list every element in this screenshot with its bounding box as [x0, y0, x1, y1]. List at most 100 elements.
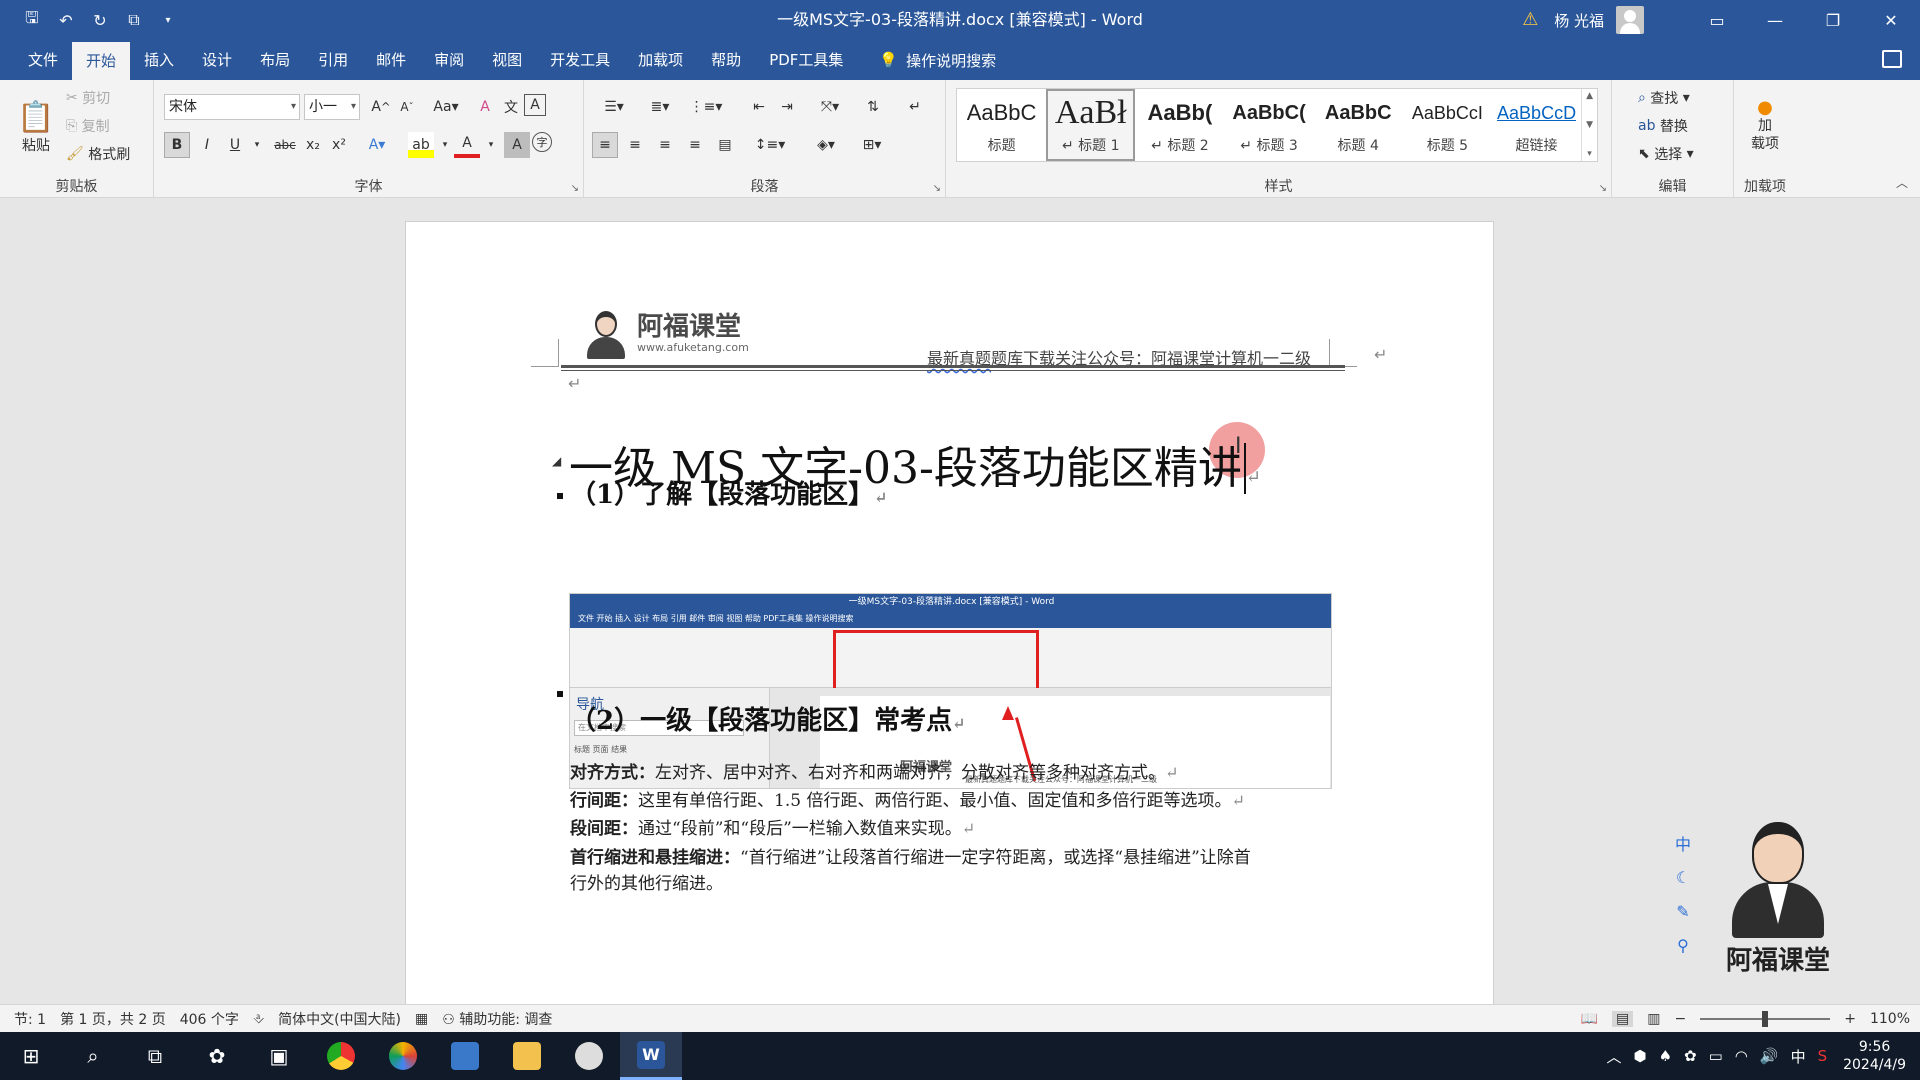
comments-icon[interactable] [1882, 50, 1902, 68]
clock[interactable]: 9:56 2024/4/9 [1843, 1038, 1906, 1074]
tell-me-search[interactable]: 💡 操作说明搜索 [857, 40, 996, 80]
text-effects-button[interactable]: A ▾ [364, 132, 390, 158]
character-shading-button[interactable]: A [504, 132, 530, 158]
zoom-in-button[interactable]: + [1844, 1011, 1856, 1027]
ime-chinese-icon[interactable]: 中 [1672, 832, 1694, 854]
underline-dropdown[interactable]: ▾ [244, 132, 270, 158]
tray-app-icon[interactable]: ♠ [1659, 1047, 1672, 1065]
tab-design[interactable]: 设计 [188, 40, 246, 80]
tab-addins[interactable]: 加载项 [624, 40, 697, 80]
shrink-font-button[interactable]: Aˇ [394, 94, 420, 120]
font-dialog-launcher-icon[interactable]: ↘ [571, 183, 579, 194]
collapse-heading-icon[interactable]: ◢ [552, 454, 561, 468]
zoom-slider-thumb[interactable] [1762, 1011, 1769, 1027]
chevron-up-icon[interactable]: ︿ [1606, 1046, 1621, 1067]
file-explorer-icon[interactable] [496, 1032, 558, 1080]
italic-button[interactable]: I [194, 132, 220, 158]
style-heading-2[interactable]: AaBb(↵ 标题 2 [1135, 89, 1224, 161]
paragraph-dialog-launcher-icon[interactable]: ↘ [933, 183, 941, 194]
web-layout-icon[interactable]: ▥ [1647, 1011, 1660, 1027]
borders-button[interactable]: ⊞ ▾ [854, 132, 890, 158]
style-heading-1[interactable]: AaBł ↵ 标题 1 [1046, 89, 1136, 161]
chinese-layout-button[interactable]: ⤧ ▾ [812, 94, 848, 120]
body-line-paragraph-spacing[interactable]: 段间距：通过“段前”和“段后”一栏输入数值来实现。↵ [570, 814, 975, 839]
show-marks-button[interactable]: ↵ [902, 94, 928, 120]
tab-layout[interactable]: 布局 [246, 40, 304, 80]
zoom-slider[interactable] [1700, 1011, 1831, 1027]
app-screenshot-icon[interactable]: ▣ [248, 1032, 310, 1080]
styles-dialog-launcher-icon[interactable]: ↘ [1599, 183, 1607, 194]
find-button[interactable]: ⌕ 查找 ▾ [1638, 86, 1690, 110]
align-left-button[interactable]: ≡ [592, 132, 618, 158]
sort-button[interactable]: ⇅ [860, 94, 886, 120]
chrome-icon[interactable] [310, 1032, 372, 1080]
expand-gallery-icon[interactable]: ▾ [1587, 149, 1592, 159]
zoom-out-button[interactable]: − [1675, 1011, 1687, 1027]
line-spacing-button[interactable]: ↕≡ ▾ [752, 132, 788, 158]
replace-button[interactable]: ab 替换 [1638, 114, 1688, 138]
collapse-ribbon-icon[interactable]: ︿ [1896, 174, 1908, 191]
proofing-icon[interactable]: ⎀ [253, 1011, 264, 1027]
status-word-count[interactable]: 406 个字 [180, 1009, 239, 1029]
ime-indicator[interactable]: 中 [1791, 1046, 1806, 1067]
style-heading-4[interactable]: AaBbC 标题 4 [1314, 89, 1403, 161]
tab-mailings[interactable]: 邮件 [362, 40, 420, 80]
close-button[interactable]: ✕ [1862, 0, 1920, 40]
tab-pdf-tools[interactable]: PDF工具集 [755, 40, 857, 80]
increase-indent-button[interactable]: ⇥ [774, 94, 800, 120]
superscript-button[interactable]: x² [326, 132, 352, 158]
decrease-indent-button[interactable]: ⇤ [746, 94, 772, 120]
strikethrough-button[interactable]: abc [272, 132, 298, 158]
chevron-up-icon[interactable]: ▲ [1586, 91, 1593, 101]
style-hyperlink[interactable]: AaBbCcD 超链接 [1492, 89, 1581, 161]
multilevel-list-button[interactable]: ⋮≡ ▾ [688, 94, 724, 120]
styles-scroll[interactable]: ▲ ▼ ▾ [1581, 89, 1597, 161]
restore-button[interactable]: ❐ [1804, 0, 1862, 40]
warning-icon[interactable]: ⚠ [1522, 11, 1542, 29]
copy-button[interactable]: ⎘ 复制 [66, 114, 110, 138]
avatar-app-icon[interactable] [558, 1032, 620, 1080]
addins-button[interactable]: ● 加 载项 [1742, 86, 1788, 166]
color-app-icon[interactable] [372, 1032, 434, 1080]
save-icon[interactable]: 🖫 [22, 8, 42, 30]
change-case-button[interactable]: Aa ▾ [428, 94, 464, 120]
numbering-button[interactable]: ≣ ▾ [642, 94, 678, 120]
windows-start-icon[interactable]: ⊞ [0, 1032, 62, 1080]
tab-developer[interactable]: 开发工具 [536, 40, 624, 80]
font-color-button[interactable]: A [454, 132, 480, 158]
font-family-select[interactable]: 宋体 ▾ [164, 94, 300, 120]
moon-icon[interactable]: ☾ [1672, 866, 1694, 888]
body-line-indent[interactable]: 首行缩进和悬挂缩进：“首行缩进”让段落首行缩进一定字符距离，或选择“悬挂缩进”让… [570, 843, 1251, 868]
distributed-button[interactable]: ▤ [712, 132, 738, 158]
tab-review[interactable]: 审阅 [420, 40, 478, 80]
highlight-button[interactable]: ab [408, 132, 434, 158]
font-color-dropdown[interactable]: ▾ [478, 132, 504, 158]
wifi-icon[interactable]: ◠ [1735, 1047, 1748, 1065]
tab-references[interactable]: 引用 [304, 40, 362, 80]
battery-icon[interactable]: ▭ [1709, 1047, 1723, 1065]
undo-icon[interactable]: ↶ [56, 10, 76, 30]
body-line-indent-continued[interactable]: 行外的其他行缩进。 [570, 869, 723, 894]
print-layout-icon[interactable]: ▤ [1612, 1011, 1634, 1027]
status-language[interactable]: 简体中文(中国大陆) [278, 1009, 401, 1029]
wrench-icon[interactable]: ✎ [1672, 900, 1694, 922]
tab-home[interactable]: 开始 [72, 42, 131, 80]
body-line-line-spacing[interactable]: 行间距：这里有单倍行距、1.5 倍行距、两倍行距、最小值、固定值和多倍行距等选项… [570, 786, 1245, 811]
phonetic-guide-button[interactable]: 文 [498, 94, 524, 120]
ribbon-display-options-button[interactable]: ▭ [1688, 0, 1746, 40]
status-page[interactable]: 第 1 页，共 2 页 [60, 1009, 166, 1029]
zoom-level[interactable]: 110% [1870, 1011, 1910, 1027]
heading-2-first[interactable]: （1）了解【段落功能区】↵ [570, 474, 888, 511]
clear-formatting-button[interactable]: A [472, 94, 498, 120]
body-line-alignment[interactable]: 对齐方式：左对齐、居中对齐、右对齐和两端对齐，分散对齐等多种对齐方式。↵ [570, 758, 1178, 783]
justify-button[interactable]: ≡ [682, 132, 708, 158]
task-view-icon[interactable]: ⧉ [124, 1032, 186, 1080]
search-icon[interactable]: ⌕ [62, 1032, 124, 1080]
cube-app-icon[interactable]: ⬢ [1633, 1047, 1646, 1065]
status-section[interactable]: 节: 1 [14, 1009, 46, 1029]
chevron-down-icon[interactable]: ▼ [1586, 120, 1593, 130]
photos-app-icon[interactable] [434, 1032, 496, 1080]
redo-icon[interactable]: ↻ [90, 10, 110, 30]
word-app-icon[interactable]: W [620, 1032, 682, 1080]
customize-icon[interactable]: ▾ [158, 10, 178, 30]
